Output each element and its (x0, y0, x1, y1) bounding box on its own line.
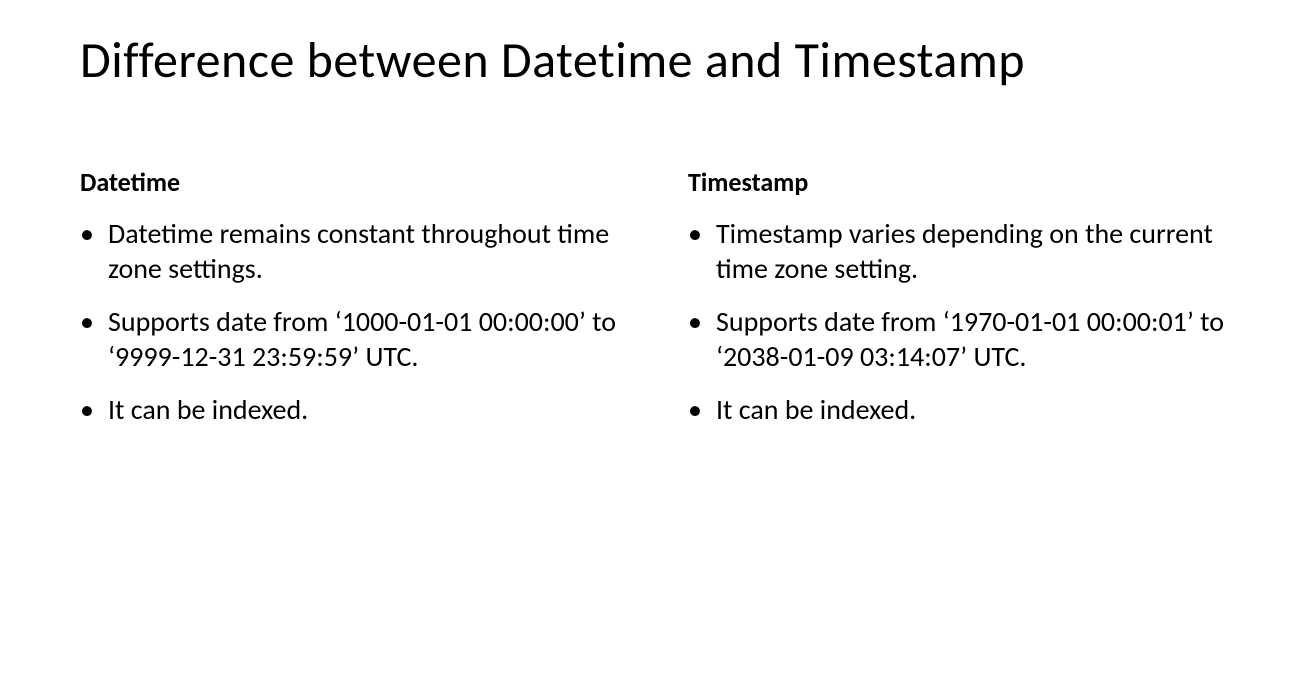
left-column-heading: Datetime (80, 166, 628, 198)
left-bullet-list: Datetime remains constant throughout tim… (80, 216, 628, 427)
list-item: Supports date from ‘1970-01-01 00:00:01’… (688, 304, 1236, 374)
right-column-heading: Timestamp (688, 166, 1236, 198)
list-item: It can be indexed. (80, 392, 628, 427)
left-column: Datetime Datetime remains constant throu… (80, 166, 628, 445)
content-columns: Datetime Datetime remains constant throu… (80, 166, 1236, 445)
right-bullet-list: Timestamp varies depending on the curren… (688, 216, 1236, 427)
list-item: It can be indexed. (688, 392, 1236, 427)
slide-title: Difference between Datetime and Timestam… (80, 30, 1236, 91)
list-item: Datetime remains constant throughout tim… (80, 216, 628, 286)
list-item: Timestamp varies depending on the curren… (688, 216, 1236, 286)
right-column: Timestamp Timestamp varies depending on … (688, 166, 1236, 445)
list-item: Supports date from ‘1000-01-01 00:00:00’… (80, 304, 628, 374)
